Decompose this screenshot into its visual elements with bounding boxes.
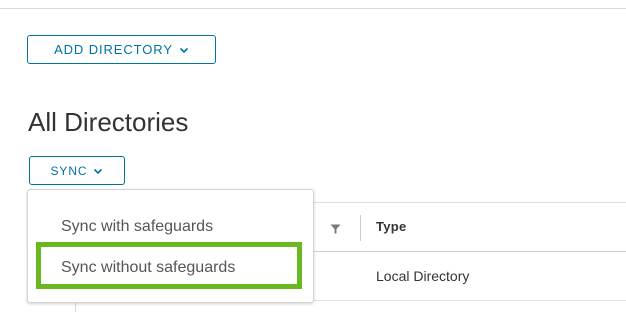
directories-page: ADD DIRECTORY All Directories SYNC Type …: [0, 0, 626, 312]
column-header-type[interactable]: Type: [376, 219, 407, 234]
add-directory-button[interactable]: ADD DIRECTORY: [27, 35, 216, 64]
sync-button[interactable]: SYNC: [29, 156, 125, 185]
table-cell-type: Local Directory: [376, 268, 470, 284]
sync-button-label: SYNC: [50, 163, 88, 178]
chevron-down-icon: [179, 47, 188, 53]
chevron-down-icon: [94, 168, 103, 174]
menu-item-sync-with-safeguards[interactable]: Sync with safeguards: [61, 218, 213, 236]
column-divider[interactable]: [360, 215, 361, 241]
header-divider: [0, 8, 626, 9]
page-title: All Directories: [28, 107, 189, 137]
filter-icon[interactable]: [330, 224, 341, 234]
highlight-outline: [36, 242, 302, 289]
add-directory-label: ADD DIRECTORY: [54, 42, 173, 57]
